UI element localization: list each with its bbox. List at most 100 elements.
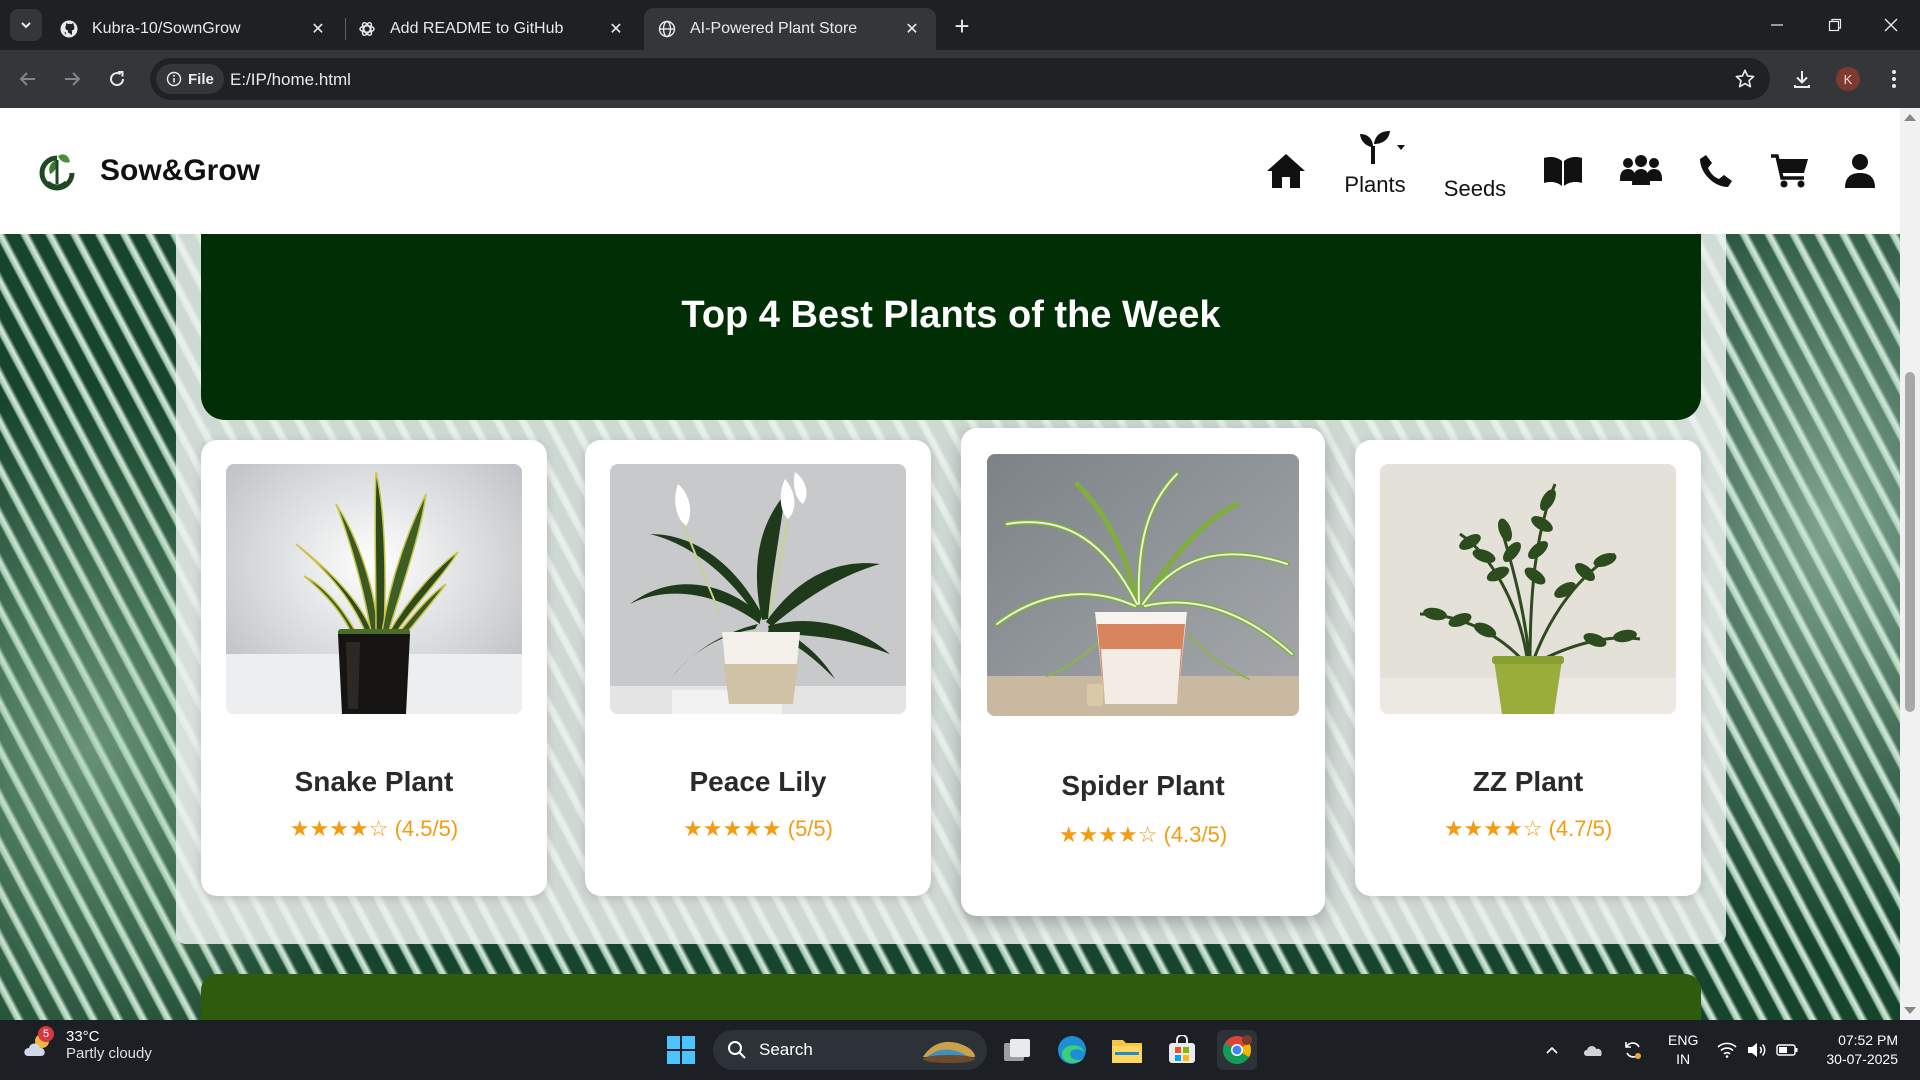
plants-dropdown-toggle[interactable] — [1338, 130, 1412, 166]
profile-button[interactable]: K — [1832, 63, 1864, 95]
back-button[interactable] — [12, 63, 44, 95]
nav-seeds[interactable]: Seeds — [1437, 108, 1513, 234]
forward-button[interactable] — [56, 63, 88, 95]
sprout-logo-icon[interactable] — [36, 150, 78, 192]
reload-button[interactable] — [101, 63, 133, 95]
close-tab-icon[interactable]: ✕ — [902, 19, 922, 39]
nav-plants-label: Plants — [1344, 172, 1406, 197]
section-title: Top 4 Best Plants of the Week — [681, 293, 1221, 336]
tab-search-button[interactable] — [10, 9, 42, 41]
show-hidden-icons-button[interactable] — [1540, 1020, 1564, 1080]
plant-card-snake-plant[interactable]: Snake Plant ★★★★☆ (4.5/5) — [201, 440, 547, 896]
task-view-icon — [1004, 1039, 1030, 1061]
close-window-button[interactable] — [1862, 0, 1920, 50]
address-bar[interactable]: File E:/IP/home.html — [150, 58, 1770, 100]
store-app[interactable] — [1162, 1030, 1202, 1070]
new-tab-button[interactable]: + — [948, 11, 976, 41]
weather-widget[interactable]: 5 33°C Partly cloudy — [22, 1026, 152, 1062]
battery-tray[interactable] — [1774, 1020, 1800, 1080]
plant-rating: ★★★★☆ (4.3/5) — [1059, 822, 1227, 848]
url-text[interactable]: E:/IP/home.html — [230, 70, 351, 90]
bookmark-star-button[interactable] — [1734, 68, 1756, 95]
plant-card-spider-plant[interactable]: Spider Plant ★★★★☆ (4.3/5) — [961, 428, 1325, 916]
nav-contact[interactable] — [1696, 108, 1736, 234]
battery-icon — [1776, 1044, 1798, 1056]
lang-code: ENG — [1668, 1032, 1699, 1048]
home-icon — [1267, 154, 1305, 188]
volume-tray[interactable] — [1744, 1020, 1770, 1080]
globe-icon — [658, 20, 676, 38]
wifi-tray[interactable] — [1714, 1020, 1740, 1080]
scrollbar-thumb[interactable] — [1905, 372, 1915, 712]
weather-temp: 33°C — [66, 1028, 100, 1045]
users-icon — [1620, 155, 1662, 185]
top-plants-banner: Top 4 Best Plants of the Week — [201, 234, 1701, 420]
chrome-app[interactable] — [1217, 1030, 1257, 1070]
windows-taskbar: 5 33°C Partly cloudy Search ENG IN 07:52… — [0, 1020, 1920, 1080]
tab-title: Kubra-10/SownGrow — [92, 20, 241, 37]
close-icon — [1884, 18, 1898, 32]
tab-readme[interactable]: Add README to GitHub ✕ — [344, 8, 640, 50]
next-section-banner — [201, 974, 1701, 1020]
download-icon — [1794, 71, 1810, 88]
nav-community[interactable] — [1618, 108, 1664, 234]
nav-guides[interactable] — [1541, 108, 1585, 234]
nav-home[interactable] — [1263, 108, 1309, 234]
browser-menu-button[interactable] — [1878, 63, 1910, 95]
start-button[interactable] — [661, 1030, 701, 1070]
minimize-button[interactable] — [1748, 0, 1806, 50]
rating-stars: ★★★★☆ — [1443, 816, 1543, 841]
scroll-up-arrow[interactable] — [1904, 114, 1916, 121]
rating-value: (4.3/5) — [1163, 822, 1228, 847]
taskbar-search[interactable]: Search — [713, 1030, 987, 1070]
system-clock[interactable]: 07:52 PM 30-07-2025 — [1826, 1031, 1898, 1069]
page-viewport: Sow&Grow Plants Seeds Top 4 Best Plants … — [0, 108, 1920, 1020]
search-label: Search — [759, 1040, 813, 1059]
peace-lily-image[interactable] — [610, 464, 906, 714]
downloads-button[interactable] — [1786, 63, 1818, 95]
spider-plant-image[interactable] — [987, 454, 1299, 716]
close-tab-icon[interactable]: ✕ — [308, 19, 328, 39]
wifi-icon — [1717, 1042, 1737, 1058]
chatgpt-icon — [358, 20, 376, 38]
chrome-icon — [1223, 1035, 1252, 1064]
profile-avatar: K — [1836, 67, 1860, 91]
tab-plant-store[interactable]: AI-Powered Plant Store ✕ — [644, 8, 936, 50]
brand-name[interactable]: Sow&Grow — [100, 154, 260, 188]
plant-name: Peace Lily — [689, 766, 827, 797]
language-indicator[interactable]: ENG IN — [1668, 1031, 1698, 1069]
phone-icon — [1700, 155, 1732, 187]
weather-alert-badge: 5 — [38, 1026, 54, 1042]
site-header: Sow&Grow Plants Seeds — [0, 108, 1900, 234]
task-view-button[interactable] — [997, 1030, 1037, 1070]
restore-button[interactable] — [1806, 0, 1864, 50]
plant-card-peace-lily[interactable]: Peace Lily ★★★★★ (5/5) — [585, 440, 931, 896]
reload-icon — [110, 71, 125, 87]
tab-github[interactable]: Kubra-10/SownGrow ✕ — [46, 8, 342, 50]
site-info-chip[interactable]: File — [156, 64, 224, 94]
info-icon — [166, 71, 182, 87]
nav-account[interactable] — [1842, 108, 1878, 234]
arrow-right-icon — [65, 72, 81, 86]
nav-cart[interactable] — [1768, 108, 1812, 234]
chevron-up-icon — [1546, 1046, 1558, 1054]
tab-title: AI-Powered Plant Store — [690, 20, 858, 37]
close-tab-icon[interactable]: ✕ — [606, 19, 626, 39]
onedrive-tray[interactable] — [1578, 1020, 1608, 1080]
file-explorer-app[interactable] — [1107, 1030, 1147, 1070]
scroll-down-arrow[interactable] — [1904, 1007, 1916, 1014]
shopping-cart-icon — [1771, 154, 1808, 188]
plant-rating: ★★★★★ (5/5) — [683, 816, 833, 842]
snake-plant-image[interactable] — [226, 464, 522, 714]
sync-tray[interactable] — [1618, 1020, 1648, 1080]
nav-plants[interactable]: Plants — [1338, 108, 1412, 234]
chevron-down-icon — [21, 22, 31, 29]
zz-plant-image[interactable] — [1380, 464, 1676, 714]
page-scrollbar[interactable] — [1900, 108, 1920, 1020]
rating-value: (5/5) — [787, 816, 833, 841]
edge-app[interactable] — [1052, 1030, 1092, 1070]
tab-title: Add README to GitHub — [390, 20, 564, 37]
more-vert-icon — [1892, 70, 1896, 88]
star-outline-icon — [1735, 69, 1755, 88]
plant-card-zz-plant[interactable]: ZZ Plant ★★★★☆ (4.7/5) — [1355, 440, 1701, 896]
